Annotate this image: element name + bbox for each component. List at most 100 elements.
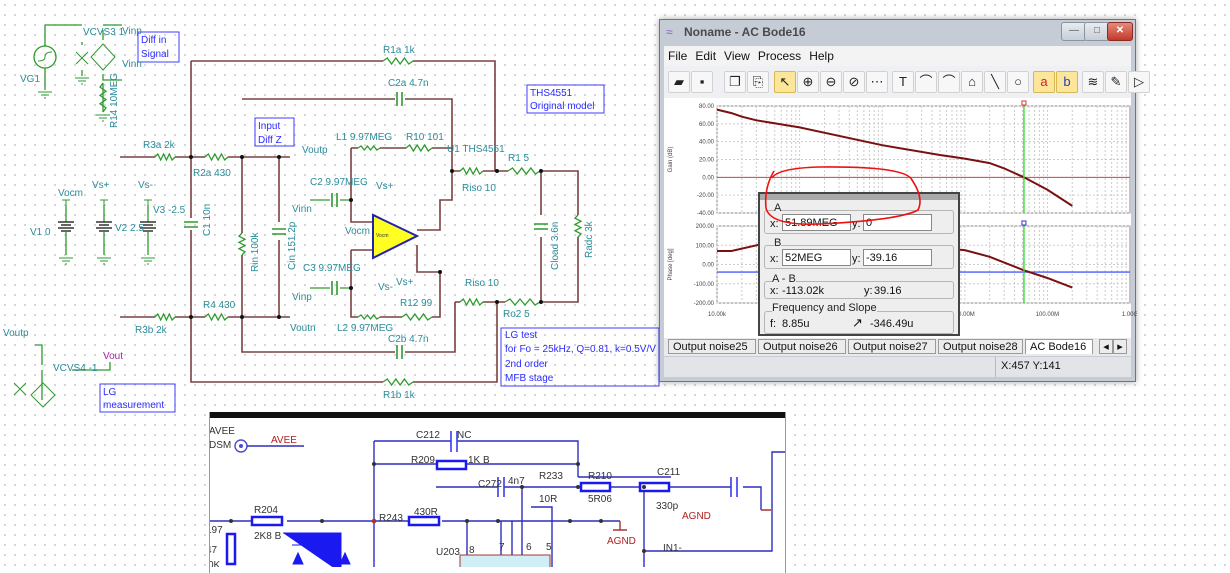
menu-edit[interactable]: Edit <box>691 46 720 63</box>
app-icon: ≈ <box>666 25 673 39</box>
resistor-icon[interactable] <box>154 152 176 162</box>
battery-icon[interactable] <box>58 221 74 232</box>
lg-meas-line1: LG <box>103 387 117 398</box>
save-icon[interactable]: ▪ <box>691 71 713 93</box>
pointer-icon[interactable]: ↖ <box>774 71 796 93</box>
slope-icon[interactable]: ⌒ <box>915 71 937 93</box>
tab-output-noise28[interactable]: Output noise28 <box>938 339 1023 354</box>
probe-icon[interactable]: ✎ <box>1105 71 1127 93</box>
resistor-icon[interactable] <box>204 312 229 322</box>
tab-ac-bode16[interactable]: AC Bode16 <box>1025 339 1093 354</box>
open-icon[interactable]: ▰ <box>668 71 690 93</box>
junction-dot <box>539 169 543 173</box>
menu-bar: File Edit View Process Help <box>664 46 1131 66</box>
resistor-icon[interactable] <box>237 232 247 256</box>
cursor-a-x-field[interactable]: 51.89MEG <box>782 214 851 231</box>
text-icon[interactable]: T <box>892 71 914 93</box>
resistor-icon[interactable] <box>507 166 541 176</box>
resistor-icon[interactable] <box>459 166 484 176</box>
tab-scroll-left-button[interactable]: ◂ <box>1099 339 1113 354</box>
menu-file[interactable]: File <box>664 46 691 63</box>
battery-icon[interactable] <box>96 221 112 232</box>
reference-label: R210 <box>588 471 612 482</box>
resistor-icon[interactable] <box>382 377 414 387</box>
flag-icon[interactable]: ▷ <box>1128 71 1150 93</box>
capacitor-icon[interactable] <box>396 92 403 106</box>
reference-schematic: AVEE DSM C212 NC R209 1K B C272 4n7 R233 10R R210 5… <box>209 412 786 573</box>
tab-scroll-right-button[interactable]: ▸ <box>1113 339 1127 354</box>
slope2-icon[interactable]: ⌒ <box>938 71 960 93</box>
y-tick-label: -200.00 <box>694 301 715 307</box>
resistor-icon[interactable] <box>459 297 484 307</box>
reference-label: 47 <box>210 545 218 556</box>
cursor-b-y-field[interactable]: -39.16 <box>863 249 932 266</box>
tab-output-noise27[interactable]: Output noise27 <box>848 339 936 354</box>
diff-in-box-line1: Diff in <box>141 35 166 46</box>
reference-net-label: AVEE <box>271 435 297 446</box>
tab-output-noise25[interactable]: Output noise25 <box>668 339 756 354</box>
cursor-a-handle[interactable] <box>1021 100 1027 106</box>
reference-net-label: AGND <box>682 511 711 522</box>
resistor-icon[interactable] <box>504 297 541 307</box>
phase-axis-label: Phase [deg] <box>668 248 674 280</box>
cursor-b-icon[interactable]: b <box>1056 71 1078 93</box>
zoom-100-icon[interactable]: ⊘ <box>843 71 865 93</box>
frequency-value: 8.85u <box>782 318 810 330</box>
capacitor-icon[interactable] <box>396 345 403 359</box>
capacitor-icon[interactable] <box>184 221 198 228</box>
capacitor-icon[interactable] <box>534 223 548 230</box>
resistor-icon[interactable] <box>382 56 414 66</box>
resistor-icon[interactable] <box>401 312 433 322</box>
cursor-panel-header[interactable] <box>760 194 958 200</box>
menu-view[interactable]: View <box>720 46 754 63</box>
title-bar[interactable]: ≈ Noname - AC Bode16 — □ ✕ <box>660 20 1135 46</box>
capacitor-icon[interactable] <box>331 193 338 207</box>
component-label: Cin 151.2p <box>287 221 298 270</box>
reference-label: 0K <box>210 560 221 567</box>
cursor-a-icon[interactable]: a <box>1033 71 1055 93</box>
resistor-icon[interactable] <box>154 312 176 322</box>
component-label: Riso 10 <box>465 278 499 289</box>
x-tick-label: 1.00G <box>1122 312 1137 318</box>
line-icon[interactable]: ╲ <box>984 71 1006 93</box>
circle-icon[interactable]: ○ <box>1007 71 1029 93</box>
add-curve-icon[interactable]: ≋ <box>1082 71 1104 93</box>
reference-label: AVEE <box>210 426 235 437</box>
a-x-prefix: x: <box>770 218 779 230</box>
resistor-icon[interactable] <box>357 313 381 321</box>
resistor-icon[interactable] <box>204 152 229 162</box>
resistor-icon[interactable] <box>573 214 583 238</box>
zoom-in-icon[interactable]: ⊕ <box>797 71 819 93</box>
component-label: Vs+ <box>92 180 110 191</box>
level-icon[interactable]: ⌂ <box>961 71 983 93</box>
tab-output-noise26[interactable]: Output noise26 <box>758 339 846 354</box>
reference-drawing: AVEE DSM C212 NC R209 1K B C272 4n7 R233 10R R210 5… <box>210 426 785 567</box>
copy-icon[interactable]: ❐ <box>724 71 746 93</box>
component-label: Vs- <box>138 180 153 191</box>
reference-label: U203 <box>436 547 460 558</box>
junction-dot <box>450 169 454 173</box>
menu-process[interactable]: Process <box>754 46 805 63</box>
component-label: R10 101 <box>406 132 444 143</box>
cursor-b-handle[interactable] <box>1021 220 1027 226</box>
resistor-icon[interactable] <box>357 144 381 152</box>
paste-icon[interactable]: ⎘ <box>747 71 769 93</box>
reference-label: 5R06 <box>588 494 612 505</box>
bode-plot-area[interactable]: 80.00 60.00 40.00 20.00 0.00 -20.00 -40.00 200.… <box>664 98 1137 338</box>
cursor-panel[interactable]: A x: 51.89MEG y: 0 B x: 52MEG y: -39.16 … <box>758 192 960 336</box>
close-button[interactable]: ✕ <box>1107 22 1133 41</box>
reference-label: 330p <box>656 501 679 512</box>
reference-label: 4n7 <box>508 476 525 487</box>
component-label: R1a 1k <box>383 45 416 56</box>
zoom-out-icon[interactable]: ⊖ <box>820 71 842 93</box>
cursor-b-x-field[interactable]: 52MEG <box>782 249 851 266</box>
capacitor-icon[interactable] <box>272 228 286 235</box>
grid-icon[interactable]: ⋯ <box>866 71 888 93</box>
capacitor-icon[interactable] <box>331 281 338 295</box>
cursor-b-label: B <box>774 237 782 249</box>
cursor-a-y-field[interactable]: 0 <box>863 214 932 231</box>
component-label: C2 9.97MEG <box>310 177 368 188</box>
resistor-icon[interactable] <box>405 143 433 153</box>
ground-icon <box>59 257 73 265</box>
menu-help[interactable]: Help <box>805 46 838 63</box>
